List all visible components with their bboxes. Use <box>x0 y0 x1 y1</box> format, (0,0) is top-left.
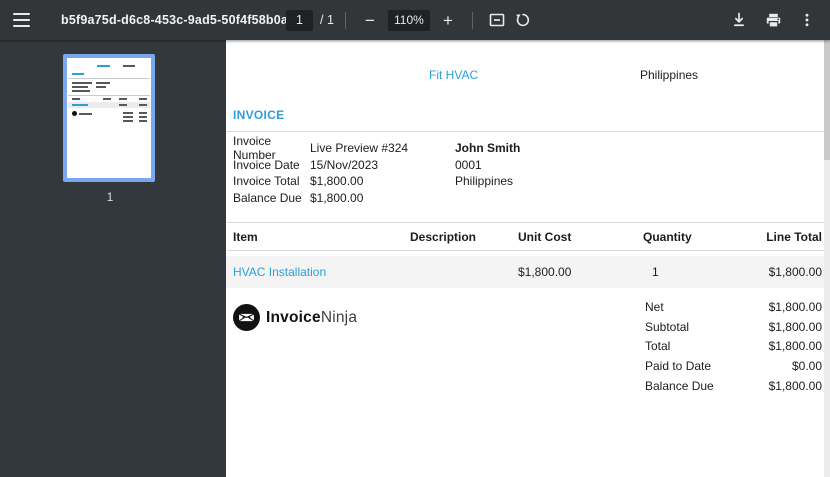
invoiceninja-ninja-icon <box>233 304 260 331</box>
client-info: John Smith 0001 Philippines <box>455 140 520 190</box>
toolbar-divider <box>345 12 346 29</box>
more-options-button[interactable] <box>794 7 820 33</box>
company-name: Fit HVAC <box>429 68 478 82</box>
thumbnail-preview <box>63 54 155 182</box>
table-header-description: Description <box>410 230 476 244</box>
company-country: Philippines <box>640 68 698 82</box>
invoice-title: INVOICE <box>233 108 284 122</box>
invoiceninja-logo: InvoiceNinja <box>233 304 357 331</box>
table-header-unit-cost: Unit Cost <box>518 230 571 244</box>
thumbnail-page-number: 1 <box>63 190 157 204</box>
total-row: Subtotal $1,800.00 <box>645 317 822 337</box>
page-number-input[interactable] <box>286 10 313 31</box>
client-country: Philippines <box>455 173 520 190</box>
vertical-scrollbar[interactable] <box>824 40 830 477</box>
detail-label: Balance Due <box>233 191 310 205</box>
plus-icon: + <box>443 12 453 29</box>
total-label: Net <box>645 300 664 314</box>
total-value: $0.00 <box>792 359 822 373</box>
page-count-label: / 1 <box>320 13 334 27</box>
total-row: Balance Due $1,800.00 <box>645 376 822 396</box>
divider <box>227 222 829 223</box>
table-header-line-total: Line Total <box>766 230 822 244</box>
item-quantity: 1 <box>652 265 659 279</box>
detail-value: 15/Nov/2023 <box>310 158 378 172</box>
menu-icon[interactable] <box>13 4 45 36</box>
total-value: $1,800.00 <box>769 379 822 393</box>
thumbnail-page-1[interactable]: 1 <box>63 54 157 204</box>
detail-row: Invoice Total $1,800.00 <box>233 173 408 190</box>
zoom-out-button[interactable]: − <box>357 7 383 33</box>
thumbnails-sidebar: 1 <box>0 40 226 477</box>
total-label: Subtotal <box>645 320 689 334</box>
total-value: $1,800.00 <box>769 300 822 314</box>
total-label: Total <box>645 339 670 353</box>
invoice-totals: Net $1,800.00 Subtotal $1,800.00 Total $… <box>645 297 822 395</box>
viewer-body: 1 Fit HVAC Philippines INVOICE Invoice N… <box>0 40 830 477</box>
rotate-button[interactable] <box>510 7 536 33</box>
total-label: Balance Due <box>645 379 714 393</box>
download-button[interactable] <box>726 7 752 33</box>
kebab-menu-icon <box>799 12 815 28</box>
fit-page-icon <box>489 12 505 28</box>
invoice-details: Invoice Number Live Preview #324 Invoice… <box>233 140 408 206</box>
pdf-viewer-window: b5f9a75d-d6c8-453c-9ad5-50f4f58b0ad7 / 1… <box>0 0 830 477</box>
item-unit-cost: $1,800.00 <box>518 265 571 279</box>
total-value: $1,800.00 <box>769 320 822 334</box>
item-name: HVAC Installation <box>233 265 326 279</box>
toolbar-divider <box>472 12 473 29</box>
zoom-level-field[interactable]: 110% <box>388 10 430 31</box>
detail-value: Live Preview #324 <box>310 141 408 155</box>
minus-icon: − <box>365 12 375 29</box>
divider <box>227 131 829 132</box>
fit-to-width-button[interactable] <box>484 7 510 33</box>
pdf-toolbar: b5f9a75d-d6c8-453c-9ad5-50f4f58b0ad7 / 1… <box>0 0 830 40</box>
toolbar-center-group: / 1 − 110% + <box>286 0 536 40</box>
download-icon <box>731 12 747 28</box>
total-row: Net $1,800.00 <box>645 297 822 317</box>
print-icon <box>765 12 782 29</box>
total-row: Total $1,800.00 <box>645 336 822 356</box>
toolbar-left-group: b5f9a75d-d6c8-453c-9ad5-50f4f58b0ad7 <box>0 4 303 36</box>
detail-label: Invoice Date <box>233 158 310 172</box>
table-row: HVAC Installation $1,800.00 1 $1,800.00 <box>226 256 830 288</box>
invoiceninja-wordmark: InvoiceNinja <box>266 309 357 327</box>
detail-row: Balance Due $1,800.00 <box>233 190 408 207</box>
item-line-total: $1,800.00 <box>769 265 822 279</box>
detail-row: Invoice Number Live Preview #324 <box>233 140 408 157</box>
rotate-icon <box>515 12 531 28</box>
divider <box>227 250 829 251</box>
table-header-item: Item <box>233 230 258 244</box>
table-header-quantity: Quantity <box>643 230 692 244</box>
detail-value: $1,800.00 <box>310 191 363 205</box>
document-filename: b5f9a75d-d6c8-453c-9ad5-50f4f58b0ad7 <box>61 13 303 27</box>
total-value: $1,800.00 <box>769 339 822 353</box>
detail-row: Invoice Date 15/Nov/2023 <box>233 157 408 174</box>
print-button[interactable] <box>760 7 786 33</box>
pdf-page: Fit HVAC Philippines INVOICE Invoice Num… <box>226 40 830 477</box>
toolbar-right-group <box>726 0 820 40</box>
detail-label: Invoice Total <box>233 174 310 188</box>
total-label: Paid to Date <box>645 359 711 373</box>
client-id: 0001 <box>455 157 520 174</box>
total-row: Paid to Date $0.00 <box>645 356 822 376</box>
scrollbar-thumb[interactable] <box>824 40 830 160</box>
zoom-in-button[interactable]: + <box>435 7 461 33</box>
detail-value: $1,800.00 <box>310 174 363 188</box>
client-name: John Smith <box>455 140 520 157</box>
